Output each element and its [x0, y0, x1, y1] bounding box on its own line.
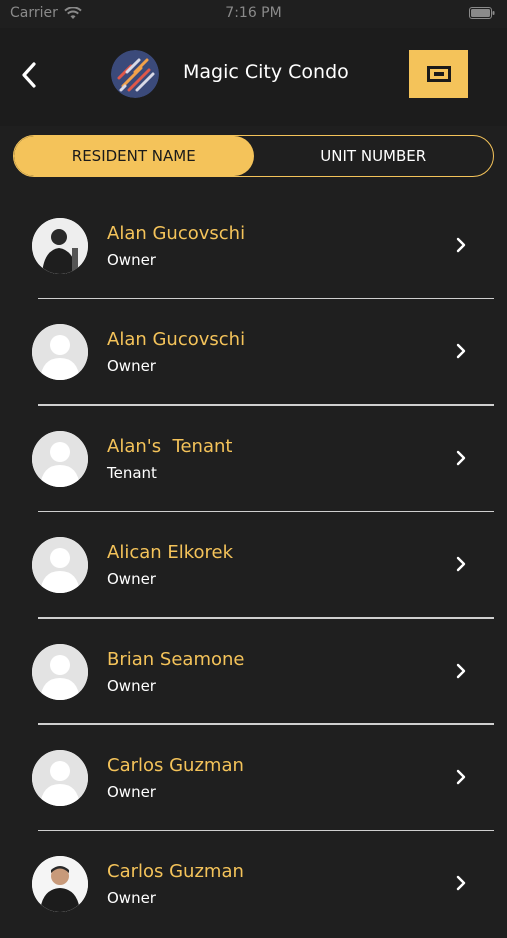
resident-name: Carlos Guzman: [107, 754, 244, 776]
sort-segmented-control: RESIDENT NAME UNIT NUMBER: [13, 135, 494, 177]
list-item[interactable]: Carlos Guzman Owner: [0, 831, 507, 937]
list-item[interactable]: Alican Elkorek Owner: [0, 512, 507, 619]
avatar: [32, 430, 88, 487]
resident-name: Alan's Tenant: [107, 435, 233, 457]
resident-role: Owner: [107, 570, 156, 589]
chevron-right-icon: [456, 876, 466, 891]
status-time: 7:16 PM: [225, 5, 282, 21]
resident-name: Alan Gucovschi: [107, 329, 246, 351]
tab-unit-number[interactable]: UNIT NUMBER: [254, 136, 494, 176]
resident-role: Owner: [107, 782, 156, 801]
chevron-right-icon: [456, 344, 466, 359]
battery-icon: [469, 7, 495, 23]
resident-name: Alan Gucovschi: [107, 223, 246, 244]
status-bar: Carrier 7:16 PM: [0, 0, 507, 28]
chevron-right-icon: [456, 450, 466, 465]
resident-role: Owner: [107, 251, 156, 269]
avatar: [32, 749, 88, 806]
list-item[interactable]: Alan's Tenant Tenant: [0, 406, 507, 513]
condo-logo: [111, 50, 159, 98]
avatar: [32, 324, 88, 381]
resident-list: Alan Gucovschi Owner Alan Gucovschi Owne…: [0, 193, 507, 938]
avatar: [32, 856, 88, 913]
back-button[interactable]: [16, 58, 44, 92]
resident-name: Alican Elkorek: [107, 542, 234, 564]
chevron-right-icon: [456, 556, 466, 572]
tab-resident-name[interactable]: RESIDENT NAME: [14, 136, 254, 176]
page-title: Magic City Condo: [183, 61, 349, 83]
list-item[interactable]: Alan Gucovschi Owner: [0, 299, 507, 406]
resident-role: Owner: [107, 357, 156, 376]
chevron-right-icon: [456, 663, 466, 678]
chevron-right-icon: [456, 237, 466, 253]
avatar: [32, 643, 88, 700]
list-item[interactable]: Alan Gucovschi Owner: [0, 193, 507, 300]
resident-role: Owner: [107, 889, 156, 908]
list-item[interactable]: Brian Seamone Owner: [0, 619, 507, 725]
header-action-button[interactable]: [409, 50, 468, 98]
rectangle-icon: [427, 66, 451, 82]
resident-name: Carlos Guzman: [107, 861, 244, 883]
resident-role: Owner: [107, 676, 156, 695]
list-item[interactable]: Carlos Guzman Owner: [0, 725, 507, 832]
resident-role: Tenant: [107, 463, 157, 482]
chevron-right-icon: [456, 769, 466, 785]
avatar: [32, 218, 88, 274]
resident-name: Brian Seamone: [107, 648, 245, 670]
chevron-left-icon: [22, 62, 36, 88]
nav-bar: Magic City Condo: [0, 28, 507, 126]
avatar: [32, 537, 88, 594]
